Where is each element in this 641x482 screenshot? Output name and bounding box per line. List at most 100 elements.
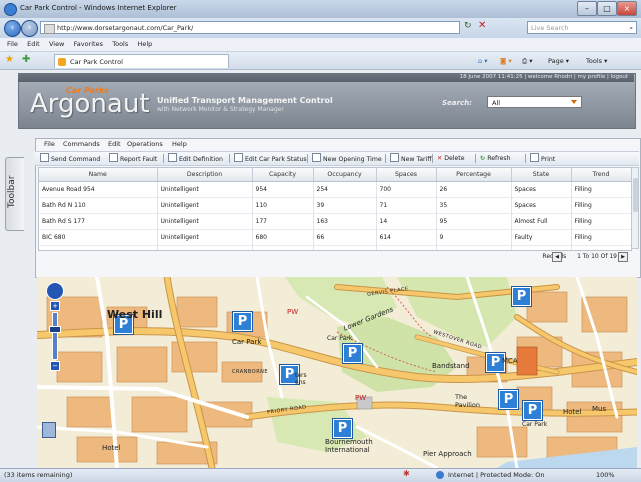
table-row[interactable]: Bath Rd N 110 Unintelligent 110 39 71 35 Space… <box>39 197 631 214</box>
zoom-level[interactable]: 100% <box>596 471 615 479</box>
col-header-name[interactable]: Name <box>39 168 158 182</box>
refresh-icon[interactable]: ↻ <box>464 21 472 31</box>
forward-icon[interactable]: › <box>21 20 38 37</box>
page-menu[interactable]: Page ▾ <box>548 54 569 68</box>
zone-text: Internet | Protected Mode: On <box>448 471 545 479</box>
menu-edit[interactable]: Edit <box>27 38 40 51</box>
menu-tools[interactable]: Tools <box>112 38 128 51</box>
command-bar: ⌂ ▾ ◙ ▾ ⎙ ▾ Page ▾ Tools ▾ <box>478 54 638 68</box>
table-cell: Spaces <box>511 197 572 214</box>
parking-marker-icon[interactable]: P <box>233 312 252 331</box>
table-cell: 14 <box>376 213 437 230</box>
table-cell: Almost Full <box>511 213 572 230</box>
edit-car-park-status-button[interactable]: Edit Car Park Status <box>234 153 307 164</box>
zoom-slider-thumb[interactable] <box>49 326 61 333</box>
col-header-capacity[interactable]: Capacity <box>252 168 314 182</box>
add-favorite-icon[interactable]: ✚ <box>22 54 30 65</box>
new-tariff-button[interactable]: New Tariff <box>390 153 432 164</box>
table-cell: 26 <box>436 181 512 198</box>
table-cell: 95 <box>436 213 512 230</box>
table-cell: 66 <box>313 229 377 246</box>
grid-vertical-scrollbar[interactable] <box>631 167 639 249</box>
panel-menu-file[interactable]: File <box>44 140 55 148</box>
col-header-occupancy[interactable]: Occupancy <box>313 168 377 182</box>
refresh-stop-group: ↻ ✕ <box>462 20 522 34</box>
tab-car-park-control[interactable]: Car Park Control <box>54 54 229 68</box>
zoom-slider[interactable] <box>52 312 58 360</box>
table-cell: Unintelligent <box>157 181 253 198</box>
menu-file[interactable]: File <box>7 38 18 51</box>
delete-button[interactable]: ✕ Delete <box>437 153 465 164</box>
col-header-spaces[interactable]: Spaces <box>376 168 437 182</box>
table-row[interactable]: Bath Rd S 177 Unintelligent 177 163 14 95 Almo… <box>39 213 631 230</box>
prev-page-icon[interactable]: ◀ <box>552 252 562 262</box>
feeds-icon[interactable]: ◙ ▾ <box>500 54 512 68</box>
send-command-icon <box>40 153 49 162</box>
col-header-description[interactable]: Description <box>157 168 253 182</box>
toolbar-side-tab[interactable]: Toolbar <box>5 157 24 231</box>
zoom-in-icon[interactable]: + <box>50 301 60 311</box>
search-select[interactable]: All <box>487 96 582 108</box>
parking-marker-icon[interactable]: P <box>523 401 542 420</box>
new-opening-time-button[interactable]: New Opening Time <box>312 153 382 164</box>
table-cell: 9 <box>436 229 512 246</box>
parking-marker-icon[interactable]: P <box>333 419 352 438</box>
opening-time-icon <box>312 153 321 162</box>
parking-marker-icon[interactable]: P <box>499 390 518 409</box>
zoom-out-icon[interactable]: − <box>50 361 60 371</box>
table-cell: Faulty <box>511 229 572 246</box>
maximize-icon[interactable]: □ <box>597 1 617 16</box>
minimize-icon[interactable]: – <box>577 1 597 16</box>
next-page-icon[interactable]: ▶ <box>618 252 628 262</box>
car-park-table: Name Description Capacity Occupancy Spac… <box>39 168 631 250</box>
panel-menu-edit[interactable]: Edit <box>108 140 121 148</box>
panel-menu-commands[interactable]: Commands <box>63 140 100 148</box>
map-label: The Pavilion <box>455 393 480 409</box>
scrollbar-thumb[interactable] <box>633 178 638 212</box>
map-layer-icon[interactable] <box>42 422 56 438</box>
back-icon[interactable]: ‹ <box>4 20 21 37</box>
page-icon <box>44 24 55 34</box>
stop-icon[interactable]: ✕ <box>478 20 486 31</box>
toolbar-separator <box>307 154 308 163</box>
browser-title-bar: Car Park Control - Windows Internet Expl… <box>0 0 641 19</box>
table-row[interactable]: BIC 680 Unintelligent 680 66 614 9 Faulty Filli… <box>39 229 631 246</box>
home-icon[interactable]: ⌂ ▾ <box>478 54 487 68</box>
favorites-star-icon[interactable]: ★ <box>5 54 14 65</box>
window-buttons: – □ × <box>577 1 637 16</box>
col-header-percentage[interactable]: Percentage <box>436 168 512 182</box>
parking-marker-icon[interactable]: P <box>512 287 531 306</box>
panel-menu-operations[interactable]: Operations <box>127 140 163 148</box>
panel-menu-help[interactable]: Help <box>172 140 187 148</box>
menu-help[interactable]: Help <box>137 38 152 51</box>
address-input[interactable]: http://www.dorsetargonaut.com/Car_Park/ <box>40 21 460 34</box>
tools-menu[interactable]: Tools ▾ <box>586 54 607 68</box>
map-label: Car Park <box>522 421 548 428</box>
map-view[interactable]: P P P P P P P P P West Hill Car Park Car… <box>37 277 637 468</box>
close-icon[interactable]: × <box>617 1 637 16</box>
live-search-input[interactable]: Live Search ⌕ <box>527 21 637 34</box>
print-icon[interactable]: ⎙ ▾ <box>522 54 533 68</box>
address-row: ‹ › http://www.dorsetargonaut.com/Car_Pa… <box>0 18 641 38</box>
send-command-button[interactable]: Send Command <box>40 153 100 164</box>
print-button[interactable]: Print <box>530 153 555 164</box>
search-icon[interactable]: ⌕ <box>629 22 633 35</box>
col-header-trend[interactable]: Trend <box>571 168 631 182</box>
map-label: Mus <box>592 405 607 413</box>
pan-control-icon[interactable] <box>46 282 64 300</box>
table-cell: Filling <box>571 197 631 214</box>
parking-marker-icon[interactable]: P <box>343 344 362 363</box>
table-body: Avenue Road 954 Unintelligent 954 254 700 26 S… <box>39 181 631 250</box>
report-fault-button[interactable]: Report Fault <box>109 153 157 164</box>
edit-definition-button[interactable]: Edit Definition <box>168 153 223 164</box>
menu-view[interactable]: View <box>49 38 64 51</box>
edit-status-icon <box>234 153 243 162</box>
table-cell: Bath Rd S 177 <box>39 213 158 230</box>
table-cell: Filling <box>571 181 631 198</box>
refresh-button[interactable]: ↻ Refresh <box>480 153 511 164</box>
table-cell: 177 <box>252 213 314 230</box>
col-header-state[interactable]: State <box>511 168 572 182</box>
table-row[interactable]: Avenue Road 954 Unintelligent 954 254 700 26 S… <box>39 181 631 198</box>
map-label: Bandstand <box>432 362 470 370</box>
menu-favorites[interactable]: Favorites <box>74 38 103 51</box>
